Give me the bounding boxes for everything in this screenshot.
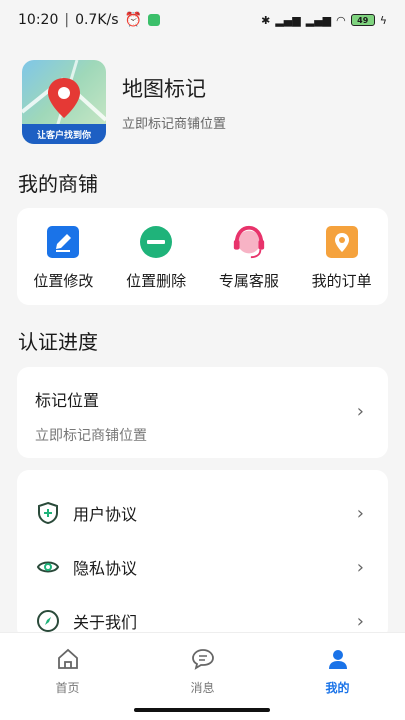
compass-icon (35, 608, 61, 634)
menu-card: 用户协议 › 隐私协议 › 关于我们 › (17, 470, 388, 640)
app-logo: 让客户找到你 (22, 60, 106, 144)
menu-item-label: 用户协议 (73, 505, 138, 524)
user-icon (326, 647, 350, 675)
app-notification-icon (147, 14, 160, 26)
charging-icon: ϟ (379, 13, 387, 27)
shop-card: 位置修改 位置删除 专属客服 我的订单 (17, 208, 388, 305)
signal-icon: ▂▄▆ (275, 13, 301, 27)
message-icon (191, 647, 215, 675)
shop-item-label: 专属客服 (218, 272, 279, 290)
chevron-right-icon: › (356, 401, 364, 422)
shop-section-title: 我的商铺 (18, 172, 98, 196)
menu-item-user-agreement[interactable]: 用户协议 › (17, 486, 388, 540)
status-bar: 10:20 | 0.7K/s ⏰ ✱ ▂▄▆ ▂▄▆ ◠ 49 ϟ (18, 12, 387, 28)
shop-item-my-orders[interactable]: 我的订单 (302, 224, 382, 291)
app-header: 让客户找到你 地图标记 立即标记商铺位置 (22, 60, 382, 144)
shield-plus-icon (35, 500, 61, 526)
shop-item-label: 位置删除 (126, 272, 187, 290)
tab-label: 首页 (55, 681, 80, 695)
tab-messages[interactable]: 消息 (135, 633, 270, 720)
progress-title: 标记位置 (35, 391, 100, 410)
tab-label: 我的 (325, 681, 350, 695)
menu-item-privacy[interactable]: 隐私协议 › (17, 540, 388, 594)
progress-subtitle: 立即标记商铺位置 (35, 428, 147, 444)
app-subtitle: 立即标记商铺位置 (122, 116, 227, 132)
home-indicator (134, 708, 270, 712)
battery-icon: 49 (350, 14, 375, 26)
tab-mine[interactable]: 我的 (270, 633, 405, 720)
shop-item-delete-location[interactable]: 位置删除 (116, 224, 196, 291)
menu-item-label: 隐私协议 (73, 559, 138, 578)
eye-icon (35, 554, 61, 580)
shop-item-customer-service[interactable]: 专属客服 (209, 224, 289, 291)
bluetooth-icon: ✱ (261, 13, 271, 27)
shop-item-edit-location[interactable]: 位置修改 (23, 224, 103, 291)
tab-label: 消息 (190, 681, 215, 695)
progress-section-title: 认证进度 (18, 330, 98, 354)
menu-item-label: 关于我们 (73, 613, 138, 632)
alarm-icon: ⏰ (124, 12, 142, 28)
tab-home[interactable]: 首页 (0, 633, 135, 720)
status-time: 10:20 (18, 12, 59, 28)
signal-icon-2: ▂▄▆ (305, 13, 332, 27)
edit-icon (45, 224, 81, 260)
chevron-right-icon: › (356, 610, 364, 632)
chevron-right-icon: › (356, 556, 364, 578)
wifi-icon: ◠ (336, 13, 346, 27)
app-title: 地图标记 (122, 76, 206, 101)
location-pin-icon (324, 224, 360, 260)
shop-item-label: 我的订单 (311, 272, 372, 290)
shop-item-label: 位置修改 (33, 272, 94, 290)
chevron-right-icon: › (356, 502, 364, 524)
home-icon (56, 647, 80, 675)
tab-bar: 首页 消息 我的 (0, 632, 405, 720)
mark-location-card[interactable]: 标记位置 立即标记商铺位置 › (17, 367, 388, 458)
network-speed: 0.7K/s (75, 12, 119, 28)
headset-icon (231, 224, 267, 260)
logo-banner: 让客户找到你 (22, 124, 106, 144)
remove-icon (138, 224, 174, 260)
